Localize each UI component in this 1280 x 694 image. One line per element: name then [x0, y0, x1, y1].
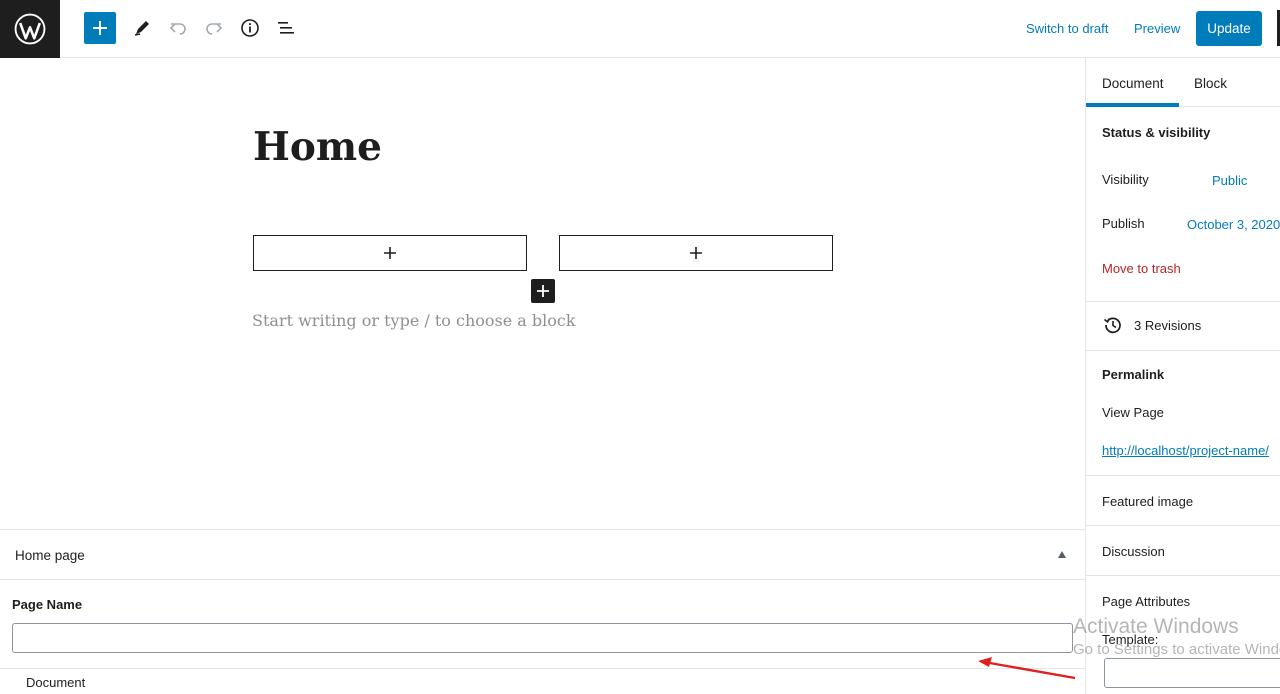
column-block-inserter-left[interactable]	[253, 235, 527, 271]
annotation-arrow-icon	[978, 657, 1076, 680]
wordpress-logo[interactable]	[0, 0, 60, 58]
list-view-icon	[278, 22, 294, 34]
column-block-inserter-right[interactable]	[559, 235, 833, 271]
settings-sidebar: Document Block Status & visibility Visib…	[1085, 58, 1280, 694]
default-block-appender[interactable]: Start writing or type / to choose a bloc…	[252, 311, 576, 330]
page-name-label: Page Name	[12, 597, 83, 612]
active-tab-indicator	[1086, 103, 1179, 107]
redo-icon	[206, 23, 223, 35]
status-visibility-panel-toggle[interactable]: Status & visibility	[1102, 125, 1210, 140]
divider	[1086, 525, 1280, 526]
block-inserter-button[interactable]	[531, 279, 555, 303]
switch-to-draft-button[interactable]: Switch to draft	[1026, 21, 1108, 36]
editor-toolbar: Switch to draft Preview Update	[0, 0, 1280, 58]
activation-watermark-subtitle: Go to Settings to activate Windows.	[1073, 641, 1280, 658]
plus-icon	[690, 247, 702, 259]
sidebar-tabs: Document Block	[1086, 58, 1280, 107]
activation-watermark-title: Activate Windows	[1073, 615, 1239, 638]
publish-date-toggle[interactable]: October 3, 2020	[1187, 217, 1280, 232]
wordpress-icon	[14, 13, 46, 45]
visibility-toggle[interactable]: Public	[1212, 173, 1247, 188]
divider	[1086, 301, 1280, 302]
view-page-label: View Page	[1102, 405, 1164, 420]
page-name-input[interactable]	[12, 623, 1073, 653]
details-button[interactable]	[234, 12, 266, 44]
publish-label: Publish	[1102, 216, 1145, 231]
breadcrumb-document[interactable]: Document	[26, 675, 85, 690]
visibility-label: Visibility	[1102, 172, 1149, 187]
divider	[1086, 475, 1280, 476]
revisions-link[interactable]: 3 Revisions	[1134, 318, 1201, 333]
tools-button[interactable]	[126, 12, 158, 44]
block-breadcrumb-bar: Document	[0, 668, 1085, 694]
collapse-caret-icon[interactable]	[1058, 551, 1066, 558]
plus-icon	[93, 21, 107, 35]
meta-box-header[interactable]: Home page	[0, 529, 1085, 580]
template-select[interactable]	[1104, 658, 1280, 688]
divider	[1086, 350, 1280, 351]
undo-icon	[169, 23, 186, 35]
add-block-button[interactable]	[84, 12, 116, 44]
move-to-trash-link[interactable]: Move to trash	[1102, 261, 1181, 276]
history-icon	[1104, 317, 1121, 334]
redo-button[interactable]	[198, 12, 230, 44]
meta-box-title: Home page	[15, 548, 85, 563]
pencil-icon	[134, 21, 149, 36]
update-button[interactable]: Update	[1196, 11, 1262, 46]
page-attributes-panel-toggle[interactable]: Page Attributes	[1102, 594, 1190, 609]
permalink-url[interactable]: http://localhost/project-name/	[1102, 443, 1269, 458]
block-navigation-button[interactable]	[270, 12, 302, 44]
featured-image-panel-toggle[interactable]: Featured image	[1102, 494, 1193, 509]
permalink-panel-toggle[interactable]: Permalink	[1102, 367, 1164, 382]
preview-button[interactable]: Preview	[1134, 21, 1180, 36]
plus-icon	[537, 285, 549, 297]
info-icon	[241, 19, 259, 37]
tab-document[interactable]: Document	[1102, 76, 1164, 91]
divider	[1086, 575, 1280, 576]
post-title[interactable]: Home	[253, 124, 382, 170]
tab-block[interactable]: Block	[1194, 76, 1227, 91]
discussion-panel-toggle[interactable]: Discussion	[1102, 544, 1165, 559]
plus-icon	[384, 247, 396, 259]
undo-button[interactable]	[162, 12, 194, 44]
